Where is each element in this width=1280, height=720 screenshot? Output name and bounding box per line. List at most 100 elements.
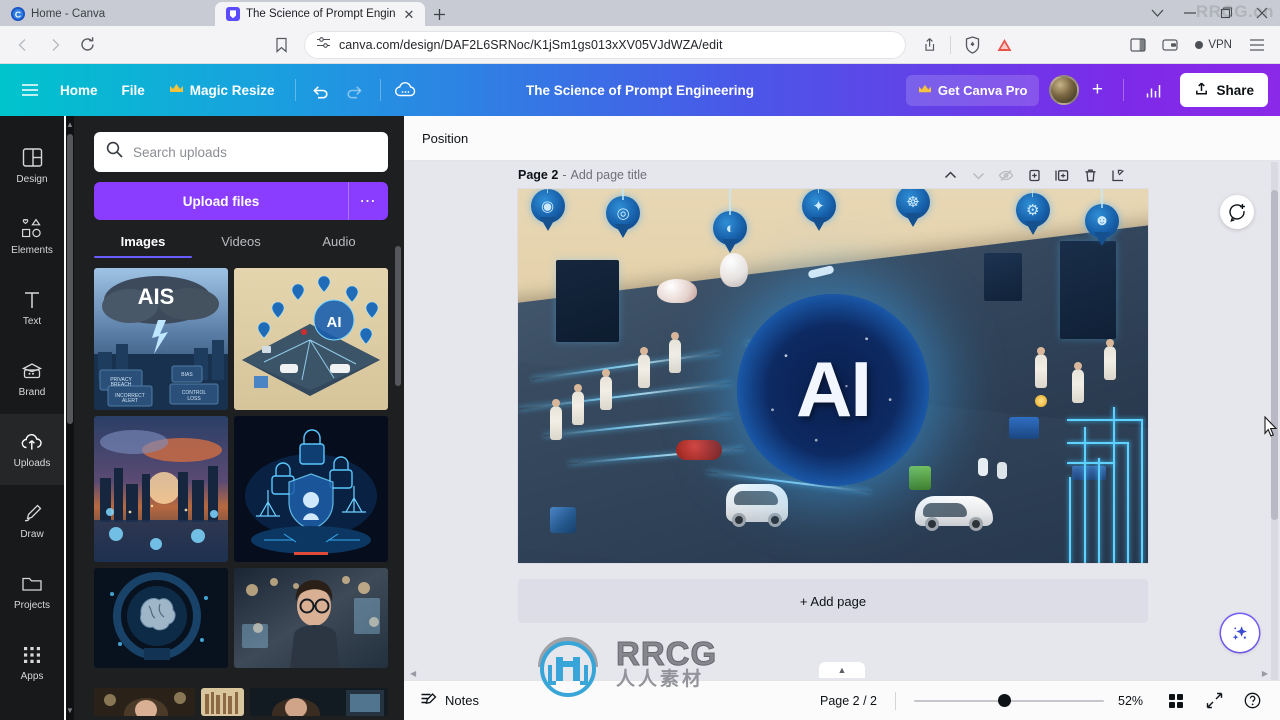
header-divider-1 xyxy=(294,79,296,101)
canvas-pin-target: ◎ xyxy=(606,189,641,239)
brave-triangle-icon[interactable] xyxy=(989,30,1019,60)
scroll-up-arrow-icon[interactable]: ▲ xyxy=(66,118,74,132)
avatar[interactable] xyxy=(1049,75,1080,105)
chevron-down-icon[interactable] xyxy=(1142,0,1172,26)
canvas-pin-virus: ☸ xyxy=(896,189,930,228)
scroll-left-arrow-icon[interactable]: ◀ xyxy=(410,669,416,678)
address-bar[interactable]: canva.com/design/DAF2L6SRNoc/K1jSm1gs013… xyxy=(304,30,907,59)
url-text: canva.com/design/DAF2L6SRNoc/K1jSm1gs013… xyxy=(339,37,723,52)
tab-audio[interactable]: Audio xyxy=(290,234,388,258)
help-icon[interactable] xyxy=(1240,689,1264,713)
svg-text:ALERT: ALERT xyxy=(122,398,138,404)
browser-tab-1[interactable]: C Home - Canva xyxy=(0,2,215,26)
wallet-icon[interactable] xyxy=(1155,30,1185,60)
hide-page-icon[interactable] xyxy=(994,164,1018,186)
editor-horizontal-scrollbar[interactable]: ◀ ▶ xyxy=(410,669,1268,678)
fullscreen-icon[interactable] xyxy=(1202,689,1226,713)
move-page-down-icon[interactable] xyxy=(966,164,990,186)
bar-chart-icon[interactable] xyxy=(1136,73,1170,107)
tab-videos[interactable]: Videos xyxy=(192,234,290,258)
sidebar-item-brand-label: Brand xyxy=(18,386,46,398)
cloud-saved-icon[interactable] xyxy=(389,73,423,107)
sidebar-item-uploads[interactable]: Uploads xyxy=(0,414,64,485)
zoom-slider[interactable] xyxy=(914,693,1104,709)
magic-studio-sparkle-icon[interactable] xyxy=(1221,614,1259,652)
canvas-ai-sphere: AI xyxy=(737,293,929,486)
add-collaborator-button[interactable]: + xyxy=(1083,76,1111,104)
vpn-button[interactable]: VPN xyxy=(1187,32,1240,58)
share-button[interactable]: Share xyxy=(1180,73,1268,107)
new-tab-button[interactable] xyxy=(425,2,453,26)
duplicate-page-icon[interactable] xyxy=(1022,164,1046,186)
brave-lion-icon[interactable] xyxy=(957,30,987,60)
position-button[interactable]: Position xyxy=(422,131,468,146)
upload-thumbnail-futuristic-city-sunset[interactable] xyxy=(94,416,228,562)
minimize-button[interactable] xyxy=(1172,0,1208,26)
svg-text:BREACH: BREACH xyxy=(111,382,132,388)
get-canva-pro-button[interactable]: Get Canva Pro xyxy=(905,74,1040,106)
sidebar-scroll-thumb[interactable] xyxy=(67,134,73,424)
search-uploads-box[interactable] xyxy=(94,132,388,172)
move-page-up-icon[interactable] xyxy=(938,164,962,186)
sidebar-item-text-label: Text xyxy=(22,315,42,327)
uploads-panel: Upload files ⋯ Images Videos Audio xyxy=(74,116,404,720)
uploads-panel-scrollbar[interactable] xyxy=(395,246,401,386)
add-comment-icon[interactable] xyxy=(1220,195,1254,229)
search-input[interactable] xyxy=(133,144,376,160)
scroll-right-arrow-icon[interactable]: ▶ xyxy=(1262,669,1268,678)
menu-item-magic-resize[interactable]: Magic Resize xyxy=(157,75,287,105)
undo-icon[interactable] xyxy=(304,73,338,107)
menu-item-home[interactable]: Home xyxy=(48,76,110,105)
header-divider-2 xyxy=(379,79,381,101)
menu-item-file[interactable]: File xyxy=(110,76,157,105)
bookmark-icon[interactable] xyxy=(266,30,296,60)
close-window-button[interactable] xyxy=(1244,0,1280,26)
scroll-down-arrow-icon[interactable]: ▼ xyxy=(66,704,74,718)
grid-dots-icon xyxy=(22,644,42,666)
sidebar-item-apps[interactable]: Apps xyxy=(0,627,64,698)
site-settings-icon[interactable] xyxy=(316,35,331,55)
upload-files-button[interactable]: Upload files xyxy=(94,182,348,220)
copy-page-icon[interactable] xyxy=(1050,164,1074,186)
sidebar-scrollbar[interactable]: ▲ ▼ xyxy=(66,116,74,720)
maximize-button[interactable] xyxy=(1208,0,1244,26)
design-canvas[interactable]: ◎ ◐ ✦ ☸ ⚙ ☻ ◉ AI xyxy=(518,189,1148,563)
editor-toolbar: Position xyxy=(404,116,1280,161)
delete-page-icon[interactable] xyxy=(1078,164,1102,186)
grid-view-icon[interactable] xyxy=(1164,689,1188,713)
sidebar-icon[interactable] xyxy=(1123,30,1153,60)
tab-images[interactable]: Images xyxy=(94,234,192,258)
brand-kit-icon xyxy=(21,360,43,382)
share-icon[interactable] xyxy=(914,30,944,60)
hamburger-icon[interactable] xyxy=(12,72,48,108)
close-icon[interactable]: ✕ xyxy=(401,6,417,22)
sidebar-item-draw[interactable]: Draw xyxy=(0,485,64,556)
zoom-slider-knob[interactable] xyxy=(997,694,1011,707)
upload-thumbnail-portrait-thumb-a[interactable] xyxy=(94,688,195,716)
sidebar-item-text[interactable]: Text xyxy=(0,272,64,343)
sidebar-item-projects[interactable]: Projects xyxy=(0,556,64,627)
sidebar-item-elements[interactable]: Elements xyxy=(0,201,64,272)
upload-thumbnail-ai-security-locks-shield[interactable] xyxy=(234,416,388,562)
add-page-button[interactable]: + Add page xyxy=(518,579,1148,623)
reload-icon[interactable] xyxy=(72,30,102,60)
upload-thumbnail-bookshelf[interactable] xyxy=(201,688,244,716)
tab-videos-label: Videos xyxy=(221,234,261,249)
upload-thumbnail-man-with-glasses-bokeh[interactable] xyxy=(234,568,388,668)
expand-page-icon[interactable] xyxy=(1106,164,1130,186)
page-title-input[interactable]: Add page title xyxy=(570,168,646,182)
back-arrow-icon[interactable] xyxy=(8,30,38,60)
upload-thumbnail-ai-storm-cloud-risks[interactable]: AIS PRIVACY BREACH INCORRECT ALERT BIAS … xyxy=(94,268,228,410)
sidebar-item-design[interactable]: Design xyxy=(0,130,64,201)
notes-button[interactable]: Notes xyxy=(420,691,479,710)
sidebar-item-brand[interactable]: Brand xyxy=(0,343,64,414)
editor-scroll-thumb[interactable] xyxy=(1271,190,1278,520)
hamburger-menu-icon[interactable] xyxy=(1242,30,1272,60)
redo-icon[interactable] xyxy=(338,73,372,107)
ellipsis-icon[interactable]: ⋯ xyxy=(348,182,388,220)
upload-thumbnail-portrait-thumb-b[interactable] xyxy=(250,688,388,716)
forward-arrow-icon[interactable] xyxy=(40,30,70,60)
upload-thumbnail-ai-isometric-city-board[interactable]: AI xyxy=(234,268,388,410)
upload-thumbnail-digital-brain-sphere[interactable] xyxy=(94,568,228,668)
browser-tab-2[interactable]: The Science of Prompt Engineeri ✕ xyxy=(215,2,425,26)
